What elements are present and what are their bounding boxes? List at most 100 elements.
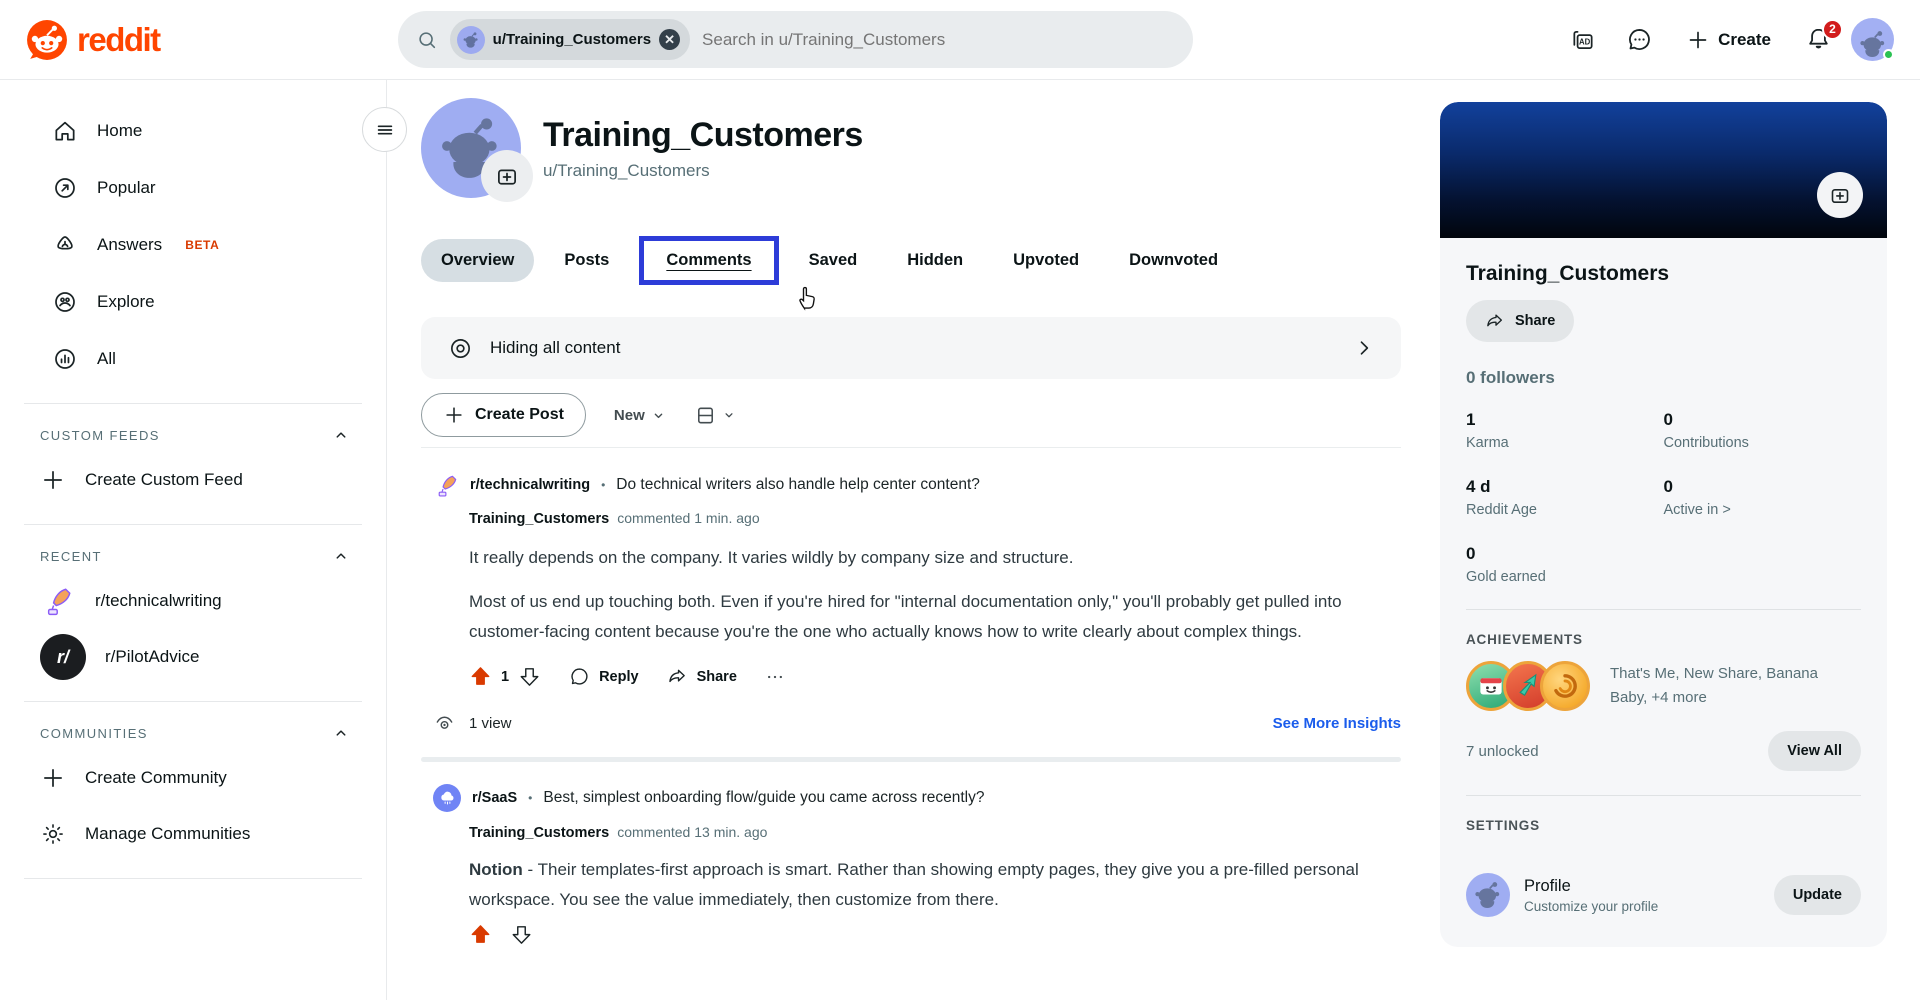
section-title: CUSTOM FEEDS (40, 427, 160, 443)
tab-overview[interactable]: Overview (421, 239, 535, 282)
chevron-right-icon (1354, 338, 1374, 358)
edit-avatar-button[interactable] (481, 150, 533, 202)
divider (24, 524, 362, 525)
manage-communities-label: Manage Communities (85, 824, 251, 843)
view-layout-dropdown[interactable] (694, 404, 736, 427)
clear-scope-icon[interactable]: ✕ (659, 29, 681, 50)
profile-card-body: Training_Customers Share 0 followers 1 K… (1440, 262, 1887, 947)
card-view-icon (697, 407, 713, 423)
settings-profile-text: Profile Customize your profile (1524, 877, 1658, 914)
more-options-button[interactable] (765, 667, 785, 687)
search-input[interactable] (702, 29, 1175, 50)
comment-paragraph: Notion - Their templates-first approach … (469, 855, 1374, 915)
sidebar-item-home[interactable]: Home (12, 102, 374, 159)
custom-feeds-section-header[interactable]: CUSTOM FEEDS (12, 420, 374, 452)
reddit-logo[interactable]: reddit (26, 19, 161, 61)
stat-karma: 1 Karma (1466, 410, 1664, 451)
sidebar-item-popular[interactable]: Popular (12, 159, 374, 216)
upvote-button[interactable] (469, 665, 492, 688)
comment-timestamp: commented 13 min. ago (617, 824, 768, 840)
tab-saved[interactable]: Saved (789, 239, 878, 282)
stat-active-in[interactable]: 0 Active in > (1664, 477, 1862, 518)
share-button[interactable]: Share (667, 666, 737, 687)
sidebar-item-answers[interactable]: Answers BETA (12, 216, 374, 273)
see-more-insights-link[interactable]: See More Insights (1273, 715, 1401, 732)
comment-text: - Their templates-first approach is smar… (469, 860, 1359, 909)
vote-controls (469, 923, 533, 946)
post-title[interactable]: Best, simplest onboarding flow/guide you… (543, 789, 984, 807)
create-button[interactable]: Create (1672, 17, 1785, 63)
reply-button[interactable]: Reply (569, 666, 639, 687)
downvote-button[interactable] (510, 923, 533, 946)
sort-dropdown[interactable]: New (614, 407, 666, 424)
comment-author[interactable]: Training_Customers (469, 825, 609, 841)
sidebar-item-all[interactable]: All (12, 330, 374, 387)
recent-item-label: r/PilotAdvice (105, 647, 200, 666)
recent-item-label: r/technicalwriting (95, 591, 222, 610)
upvote-button[interactable] (469, 923, 492, 946)
comment-author[interactable]: Training_Customers (469, 511, 609, 527)
tab-comments-highlight[interactable]: Comments (639, 236, 779, 285)
stat-label: Reddit Age (1466, 502, 1537, 518)
tab-posts[interactable]: Posts (544, 239, 629, 282)
sidebar-collapse-button[interactable] (362, 107, 407, 152)
search-bar[interactable]: u/Training_Customers ✕ (397, 11, 1193, 68)
plus-icon (40, 765, 66, 791)
hiding-content-banner[interactable]: Hiding all content (421, 317, 1401, 379)
tab-upvoted[interactable]: Upvoted (993, 239, 1099, 282)
recent-section-header[interactable]: RECENT (12, 541, 374, 573)
create-community-button[interactable]: Create Community (12, 750, 374, 806)
all-icon (52, 346, 78, 372)
create-post-button[interactable]: Create Post (421, 393, 586, 437)
cursor-icon (793, 282, 823, 312)
reddit-snoo-icon (26, 19, 68, 61)
settings-avatar (1466, 873, 1510, 917)
tab-downvoted[interactable]: Downvoted (1109, 239, 1238, 282)
comment-actions (469, 923, 1401, 946)
tab-comments[interactable]: Comments (666, 251, 751, 269)
share-profile-button[interactable]: Share (1466, 300, 1575, 342)
ad-icon: AD (1579, 37, 1591, 46)
manage-communities-button[interactable]: Manage Communities (12, 806, 374, 862)
update-profile-button[interactable]: Update (1773, 875, 1861, 915)
sidebar-item-explore[interactable]: Explore (12, 273, 374, 330)
user-avatar[interactable] (1851, 18, 1894, 61)
views-eye-icon (433, 712, 456, 735)
comment-byline: Training_Customers commented 1 min. ago (469, 510, 1401, 527)
post-title[interactable]: Do technical writers also handle help ce… (616, 476, 980, 494)
sidebar-item-label: Explore (97, 291, 155, 311)
create-custom-feed-button[interactable]: Create Custom Feed (12, 452, 374, 508)
plus-icon (1686, 28, 1710, 52)
notifications-button[interactable]: 2 (1795, 17, 1843, 63)
achievements-row: That's Me, New Share, Banana Baby, +4 mo… (1466, 661, 1861, 711)
community-name[interactable]: r/SaaS (472, 790, 517, 806)
tab-hidden[interactable]: Hidden (887, 239, 983, 282)
stat-reddit-age: 4 d Reddit Age (1466, 477, 1664, 518)
comment-post-header[interactable]: r/technicalwriting • Do technical writer… (433, 472, 1401, 498)
settings-profile-row: Profile Customize your profile Update (1466, 873, 1861, 917)
recent-item-technicalwriting[interactable]: r/technicalwriting (12, 573, 374, 629)
beta-badge: BETA (185, 237, 220, 252)
create-community-label: Create Community (85, 768, 227, 787)
separator-dot: • (528, 791, 533, 805)
main-area: Training_Customers u/Training_Customers … (387, 80, 1920, 1000)
recent-item-pilotadvice[interactable]: r/ r/PilotAdvice (12, 629, 374, 685)
communities-section-header[interactable]: COMMUNITIES (12, 718, 374, 750)
advertise-button[interactable]: AD (1560, 17, 1606, 63)
comment-item[interactable]: r/technicalwriting • Do technical writer… (421, 448, 1401, 688)
right-sidebar: Training_Customers Share 0 followers 1 K… (1440, 102, 1887, 1000)
search-icon (416, 29, 438, 51)
view-all-button[interactable]: View All (1768, 731, 1861, 771)
edit-banner-button[interactable] (1817, 172, 1863, 218)
comment-post-header[interactable]: r/SaaS • Best, simplest onboarding flow/… (433, 784, 1401, 812)
comment-item[interactable]: r/SaaS • Best, simplest onboarding flow/… (421, 762, 1401, 946)
comment-timestamp: commented 1 min. ago (617, 510, 760, 526)
profile-card-name: Training_Customers (1466, 262, 1670, 285)
community-name[interactable]: r/technicalwriting (470, 477, 590, 493)
downvote-button[interactable] (518, 665, 541, 688)
chat-button[interactable] (1616, 17, 1662, 63)
search-scope-chip[interactable]: u/Training_Customers ✕ (449, 19, 691, 60)
share-arrow-icon (1487, 314, 1502, 327)
stat-value: 0 (1663, 477, 1673, 496)
divider (1466, 609, 1861, 610)
